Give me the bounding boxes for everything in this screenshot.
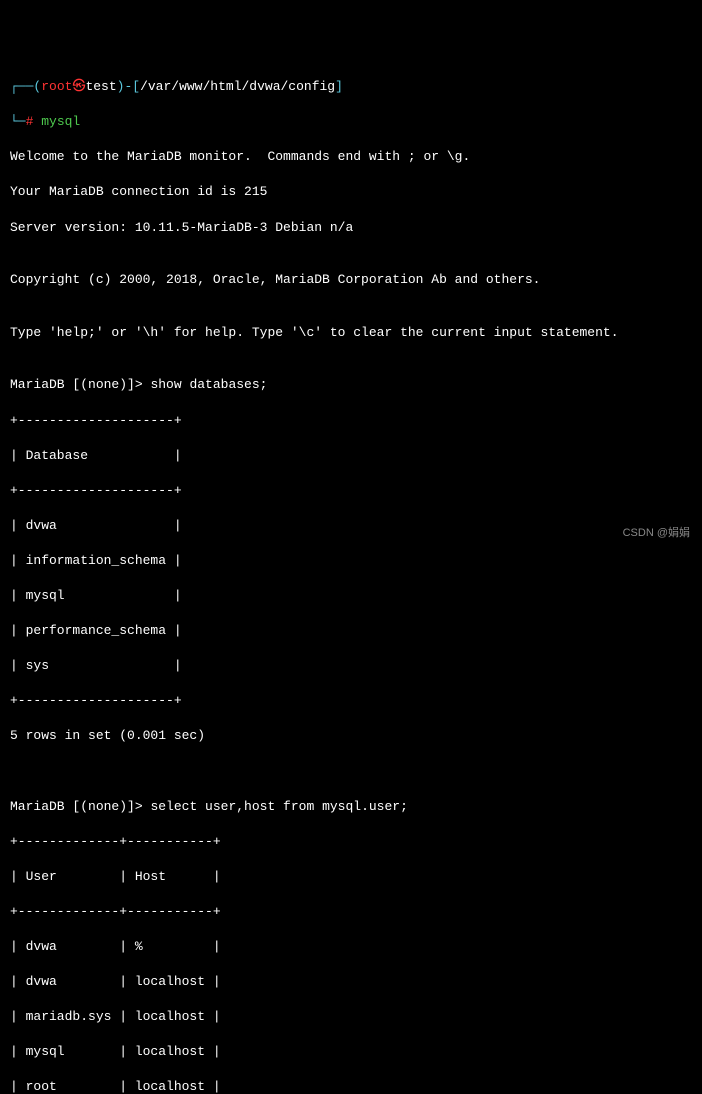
prompt-path: /var/www/html/dvwa/config bbox=[140, 79, 335, 94]
welcome-line3: Server version: 10.11.5-MariaDB-3 Debian… bbox=[10, 219, 692, 237]
table-border: +--------------------+ bbox=[10, 412, 692, 430]
watermark: CSDN @娟娟 bbox=[623, 526, 690, 541]
table-row: | dvwa | localhost | bbox=[10, 973, 692, 991]
table-row: | dvwa | bbox=[10, 517, 692, 535]
table-row: | performance_schema | bbox=[10, 622, 692, 640]
table-header: | User | Host | bbox=[10, 868, 692, 886]
table-row: | root | localhost | bbox=[10, 1078, 692, 1094]
mariadb-prompt-1[interactable]: MariaDB [(none)]> show databases; bbox=[10, 376, 692, 394]
table-border: +--------------------+ bbox=[10, 482, 692, 500]
prompt-line2-prefix: └─ bbox=[10, 114, 26, 129]
table-header: | Database | bbox=[10, 447, 692, 465]
table-row: | mysql | localhost | bbox=[10, 1043, 692, 1061]
table-row: | dvwa | % | bbox=[10, 938, 692, 956]
prompt-at: ㉿ bbox=[72, 79, 85, 94]
query2-command: select user,host from mysql.user; bbox=[150, 799, 407, 814]
prompt-host: test bbox=[85, 79, 116, 94]
table-row: | information_schema | bbox=[10, 552, 692, 570]
shell-prompt-line2[interactable]: └─# mysql bbox=[10, 113, 692, 131]
prompt-hash: # bbox=[26, 114, 42, 129]
table-border: +-------------+-----------+ bbox=[10, 903, 692, 921]
welcome-line1: Welcome to the MariaDB monitor. Commands… bbox=[10, 148, 692, 166]
mariadb-prompt-2[interactable]: MariaDB [(none)]> select user,host from … bbox=[10, 798, 692, 816]
mariadb-prompt-text: MariaDB [(none)]> bbox=[10, 799, 150, 814]
table-row: | mysql | bbox=[10, 587, 692, 605]
prompt-bracket-close: ] bbox=[335, 79, 343, 94]
query1-command: show databases; bbox=[150, 377, 267, 392]
table-border: +-------------+-----------+ bbox=[10, 833, 692, 851]
mariadb-prompt-text: MariaDB [(none)]> bbox=[10, 377, 150, 392]
table-row: | sys | bbox=[10, 657, 692, 675]
copyright-line: Copyright (c) 2000, 2018, Oracle, MariaD… bbox=[10, 271, 692, 289]
result-line: 5 rows in set (0.001 sec) bbox=[10, 727, 692, 745]
prompt-bracket-mid: )-[ bbox=[117, 79, 140, 94]
blank bbox=[10, 763, 692, 781]
prompt-bracket-open: ┌──( bbox=[10, 79, 41, 94]
shell-command: mysql bbox=[41, 114, 80, 129]
table-border: +--------------------+ bbox=[10, 692, 692, 710]
help-line: Type 'help;' or '\h' for help. Type '\c'… bbox=[10, 324, 692, 342]
table-row: | mariadb.sys | localhost | bbox=[10, 1008, 692, 1026]
prompt-user: root bbox=[41, 79, 72, 94]
shell-prompt-line1: ┌──(root㉿test)-[/var/www/html/dvwa/confi… bbox=[10, 78, 692, 96]
welcome-line2: Your MariaDB connection id is 215 bbox=[10, 183, 692, 201]
